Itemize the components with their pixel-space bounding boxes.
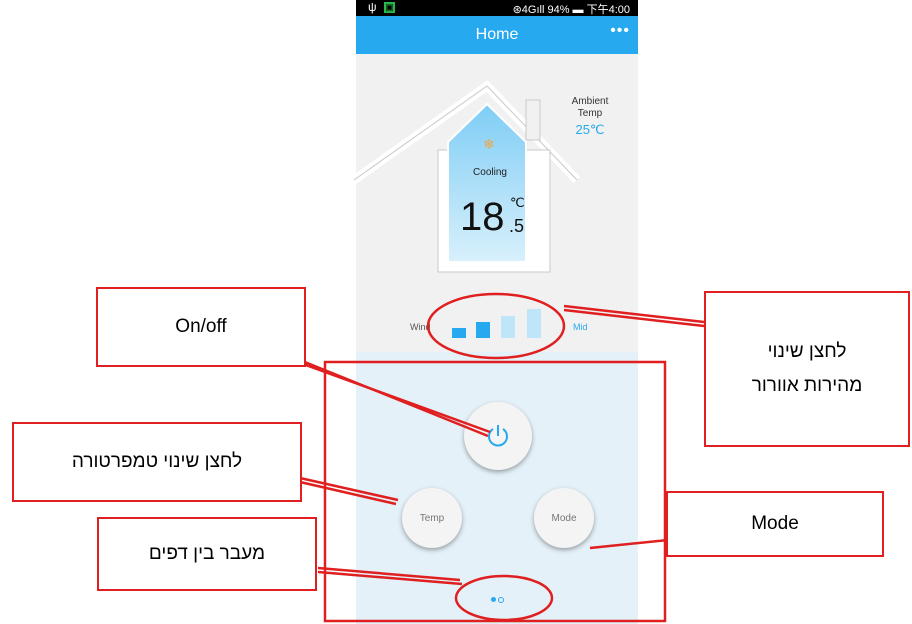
wind-bar-4[interactable]	[527, 309, 541, 338]
page-dot-2[interactable]	[498, 597, 504, 603]
usb-icon: ψ	[368, 0, 377, 14]
wind-speed-value: Mid	[573, 322, 588, 332]
house-outline	[354, 80, 581, 273]
mode-button-label: Mode	[551, 512, 577, 524]
page-title: Home	[475, 26, 519, 43]
annotation-fan-speed: לחצן שינוי מהירות אוורור	[704, 291, 910, 447]
annotation-onoff: On/off	[96, 287, 306, 367]
house-display	[354, 80, 584, 280]
control-panel	[356, 352, 638, 624]
annotation-page-switch: מעבר בין דפים	[97, 517, 317, 591]
annotation-temp-button-text: לחצן שינוי טמפרטורה	[71, 451, 243, 472]
power-icon	[488, 425, 508, 447]
app-bar: Home •••	[356, 16, 638, 54]
status-indicators: ⊛4Gıll 94% ▬ 下午4:00	[512, 4, 630, 16]
annotation-fan-speed-line1: לחצן שינוי	[767, 341, 847, 362]
annotation-temp-button: לחצן שינוי טמפרטורה	[12, 422, 302, 502]
power-button[interactable]	[464, 402, 532, 470]
annotation-fan-speed-line2: מהירות אוורור	[751, 375, 863, 396]
more-options-icon[interactable]: •••	[610, 22, 630, 40]
mode-button[interactable]: Mode	[534, 488, 594, 548]
temp-button-label: Temp	[419, 512, 445, 524]
wind-bar-1[interactable]	[452, 328, 466, 338]
mode-status-label: Cooling	[473, 167, 507, 178]
annotation-mode-text: Mode	[751, 513, 799, 534]
app-notification-icon: ▣	[384, 2, 395, 13]
status-bar: ψ ▣ ⊛4Gıll 94% ▬ 下午4:00	[356, 0, 638, 16]
snowflake-icon: ❄	[483, 136, 495, 152]
wind-bar-3[interactable]	[501, 316, 515, 338]
annotation-page-switch-text: מעבר בין דפים	[148, 543, 266, 564]
annotation-onoff-text: On/off	[175, 316, 227, 337]
setpoint-temp: 18	[460, 195, 505, 239]
setpoint-temp-decimal: .5	[509, 216, 525, 236]
annotation-mode: Mode	[666, 491, 884, 557]
page-dot-1[interactable]	[491, 597, 496, 602]
temp-unit: ℃	[510, 195, 525, 210]
wind-label: Wind	[410, 322, 431, 332]
temp-button[interactable]: Temp	[402, 488, 462, 548]
wind-bar-2[interactable]	[476, 322, 490, 338]
